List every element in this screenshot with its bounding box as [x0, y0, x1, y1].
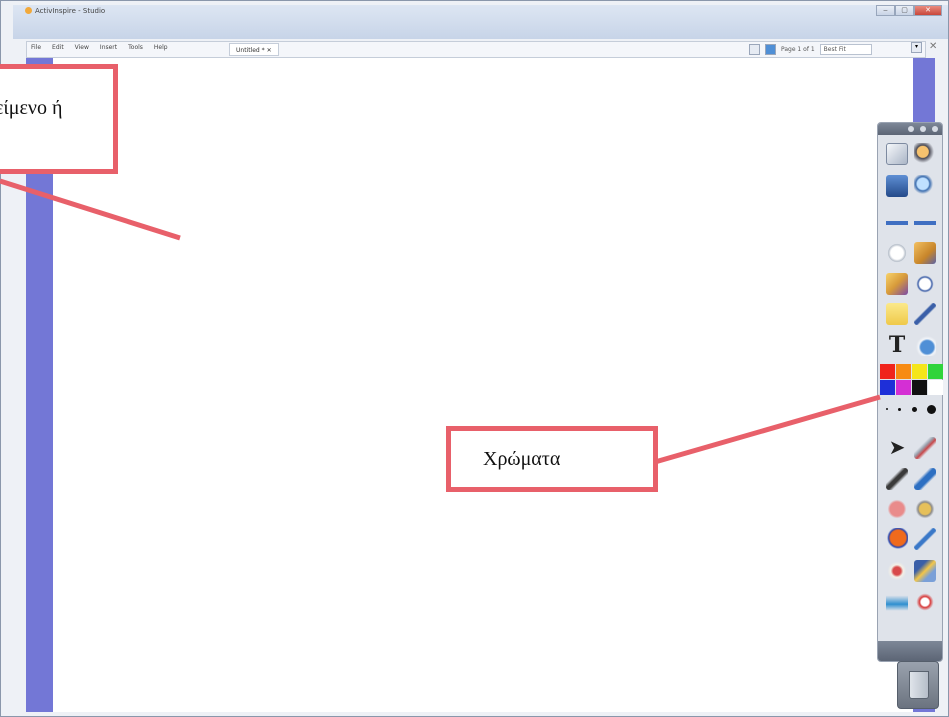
main-toolbox: T ➤: [877, 122, 943, 662]
spray-icon[interactable]: [886, 591, 908, 613]
marker-icon[interactable]: [914, 468, 936, 490]
callout-text-tool: είμενο ή: [0, 64, 118, 174]
color-swatch-magenta[interactable]: [896, 380, 911, 395]
toolbox-menu-icon[interactable]: [908, 126, 914, 132]
color-palette: [880, 364, 943, 395]
color-swatch-yellow[interactable]: [912, 364, 927, 379]
color-swatch-green[interactable]: [928, 364, 943, 379]
erase-tool-icon[interactable]: [914, 437, 936, 459]
clock-icon[interactable]: [914, 273, 936, 295]
callout-colors-label: Χρώματα: [483, 448, 561, 470]
previous-page-icon[interactable]: [886, 212, 908, 234]
window-title: ActivInspire - Studio: [35, 7, 106, 15]
page-view-button[interactable]: [765, 44, 776, 55]
pen-size-4[interactable]: [926, 404, 936, 414]
tab-close-icon[interactable]: ✕: [267, 47, 272, 54]
color-swatch-black[interactable]: [912, 380, 927, 395]
flipchart-tab[interactable]: Untitled * ✕: [229, 43, 279, 56]
color-swatch-white[interactable]: [928, 380, 943, 395]
page-indicator: Page 1 of 1: [781, 46, 815, 53]
menu-edit[interactable]: Edit: [52, 44, 64, 51]
paint-icon[interactable]: [914, 334, 936, 356]
trash-can[interactable]: [897, 661, 939, 709]
trash-icon: [909, 671, 929, 699]
connector-icon[interactable]: [914, 528, 936, 550]
menu-insert[interactable]: Insert: [100, 44, 117, 51]
page-browser-button[interactable]: [749, 44, 760, 55]
minimize-button[interactable]: –: [876, 5, 895, 16]
menu-file[interactable]: File: [31, 44, 41, 51]
menu-items: File Edit View Insert Tools Help: [31, 44, 168, 51]
pen-size-2[interactable]: [898, 407, 902, 411]
clock-dial-icon[interactable]: [886, 242, 908, 264]
application-window: ActivInspire - Studio – ▢ ✕ File Edit Vi…: [0, 0, 949, 717]
close-button[interactable]: ✕: [914, 5, 942, 16]
pen-tool-icon[interactable]: [886, 468, 908, 490]
color-swatch-orange[interactable]: [896, 364, 911, 379]
grid-icon[interactable]: [914, 560, 936, 582]
flipchart-canvas[interactable]: [53, 58, 913, 712]
app-icon: [25, 7, 32, 14]
pen-size-1[interactable]: [886, 408, 889, 410]
pen-icon[interactable]: [914, 303, 936, 325]
text-icon[interactable]: T: [886, 334, 908, 356]
color-swatch-blue[interactable]: [880, 380, 895, 395]
menu-help[interactable]: Help: [154, 44, 168, 51]
check-pencil-icon[interactable]: [886, 273, 908, 295]
refresh-icon[interactable]: [914, 591, 936, 613]
pen-size-selector: [881, 401, 941, 417]
menu-tools[interactable]: Tools: [128, 44, 143, 51]
callout-colors: Χρώματα: [446, 426, 658, 492]
window-controls: – ▢ ✕: [876, 5, 942, 16]
page-browser-icon[interactable]: [886, 143, 908, 165]
flipchart-tab-label: Untitled *: [236, 47, 265, 54]
zoom-select[interactable]: Best Fit: [819, 44, 872, 55]
menu-bar: File Edit View Insert Tools Help Untitle…: [26, 41, 926, 58]
panel-close-icon[interactable]: ✕: [929, 41, 937, 52]
magnifier-icon[interactable]: [914, 175, 936, 197]
maximize-button[interactable]: ▢: [895, 5, 914, 16]
next-page-icon[interactable]: [914, 212, 936, 234]
user-icon[interactable]: [914, 143, 936, 165]
edit-icon[interactable]: [914, 242, 936, 264]
eraser-icon[interactable]: [886, 498, 908, 520]
sticky-note-icon[interactable]: [886, 303, 908, 325]
menu-view[interactable]: View: [75, 44, 89, 51]
dropdown-arrow-icon[interactable]: ▾: [911, 42, 922, 53]
magic-ink-icon[interactable]: [886, 560, 908, 582]
color-swatch-red[interactable]: [880, 364, 895, 379]
toolbox-settings-icon[interactable]: [920, 126, 926, 132]
photo-icon[interactable]: [886, 175, 908, 197]
pen-size-3[interactable]: [911, 406, 917, 412]
toolbox-header[interactable]: [878, 123, 942, 135]
shape-icon[interactable]: [886, 528, 908, 550]
select-icon[interactable]: ➤: [886, 437, 908, 459]
page-navigation: Page 1 of 1 Best Fit: [749, 43, 872, 56]
fill-icon[interactable]: [914, 498, 936, 520]
toolbox-footer[interactable]: [878, 641, 942, 661]
title-bar: ActivInspire - Studio – ▢ ✕: [13, 5, 948, 39]
callout-text-tool-label: είμενο ή: [0, 97, 63, 119]
toolbox-pin-icon[interactable]: [932, 126, 938, 132]
